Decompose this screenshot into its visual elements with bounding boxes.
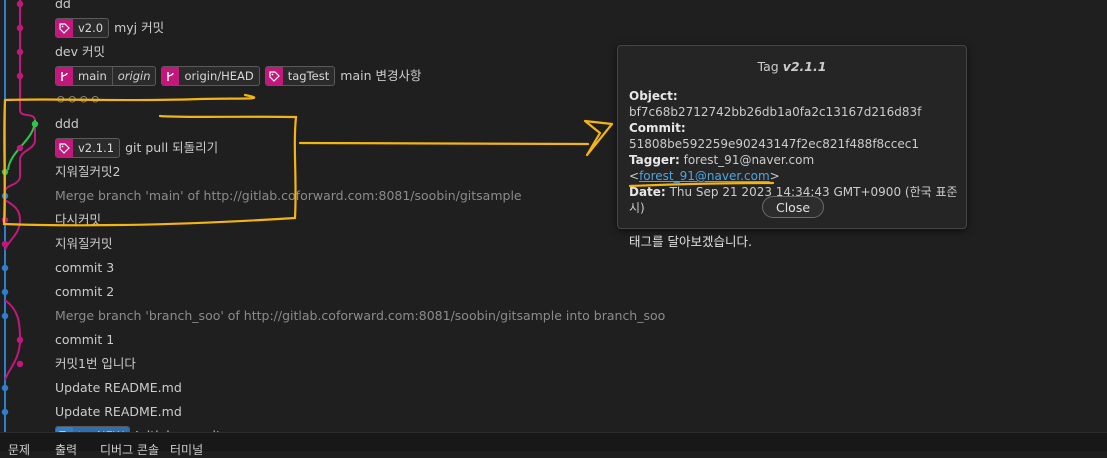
annotation-arrow bbox=[298, 119, 614, 157]
commit-node[interactable] bbox=[16, 360, 24, 368]
tag-badge[interactable]: v2.0 bbox=[55, 18, 110, 38]
badge-label: tagTest bbox=[287, 69, 330, 83]
commit-message: commit 1 bbox=[55, 332, 115, 347]
commit-row[interactable]: dd bbox=[55, 0, 71, 16]
commit-node[interactable] bbox=[1, 288, 9, 296]
tag-badge[interactable]: v2.1.1 bbox=[55, 138, 121, 158]
commit-row[interactable]: Update README.md bbox=[55, 400, 182, 424]
commit-node[interactable] bbox=[1, 192, 9, 200]
commit-row[interactable]: Merge branch 'branch_soo' of http://gitl… bbox=[55, 304, 665, 328]
commit-node[interactable] bbox=[1, 240, 9, 248]
tagger-email-link[interactable]: forest_91@naver.com bbox=[639, 169, 770, 183]
commit-message: main 변경사항 bbox=[340, 68, 422, 83]
commit-row[interactable]: Merge branch 'main' of http://gitlab.cof… bbox=[55, 184, 522, 208]
commit-message: 커밋1번 입니다 bbox=[55, 356, 136, 371]
commit-node[interactable] bbox=[1, 216, 9, 224]
commit-message: commit 2 bbox=[55, 284, 115, 299]
commit-row[interactable]: Update README.md bbox=[55, 376, 182, 400]
commit-row[interactable]: dev 커밋 bbox=[55, 40, 105, 64]
commit-row[interactable]: 지워질커밋 bbox=[55, 232, 113, 256]
tooltip-message: 태그를 달아보겠습니다. bbox=[629, 234, 752, 249]
commit-row[interactable]: ddd bbox=[55, 112, 79, 136]
commit-row[interactable]: ㅇㅇㅇㅇ bbox=[55, 88, 101, 112]
commit-message: Merge branch 'main' of http://gitlab.cof… bbox=[55, 188, 522, 203]
commit-node[interactable] bbox=[16, 72, 24, 80]
tooltip-tagger-line: Tagger: forest_91@naver.com <forest_91@n… bbox=[629, 153, 815, 183]
commit-node[interactable] bbox=[1, 312, 9, 320]
branch-badge[interactable]: main origin bbox=[55, 66, 157, 86]
commit-node[interactable] bbox=[16, 336, 24, 344]
commit-row[interactable]: main origin origin/HEAD tagTest main 변경사항 bbox=[55, 64, 421, 88]
commit-message: git pull 되돌리기 bbox=[125, 140, 219, 155]
commit-message: dev 커밋 bbox=[55, 44, 105, 59]
commit-node[interactable] bbox=[31, 120, 39, 128]
commit-row[interactable]: commit 2 bbox=[55, 280, 114, 304]
commit-message: Merge branch 'branch_soo' of http://gitl… bbox=[55, 308, 666, 323]
tooltip-title: Tag v2.1.1 bbox=[757, 59, 827, 74]
branch-badge[interactable]: origin/HEAD bbox=[161, 66, 260, 86]
tag-tooltip: Tag v2.1.1 Object: bf7c68b2712742bb26db1… bbox=[617, 45, 967, 249]
commit-row[interactable]: commit 1 bbox=[55, 328, 114, 352]
branch-icon bbox=[162, 67, 180, 85]
commit-message: dd bbox=[55, 0, 71, 11]
commit-node[interactable] bbox=[16, 144, 24, 152]
badge-label: v2.0 bbox=[78, 21, 104, 35]
commit-message: ㅇㅇㅇㅇ bbox=[55, 92, 102, 107]
commit-row[interactable]: commit 3 bbox=[55, 256, 114, 280]
commit-row[interactable]: v2.0 myj 커밋 bbox=[55, 16, 164, 40]
commit-node[interactable] bbox=[16, 48, 24, 56]
graph-edge bbox=[7, 119, 36, 171]
commit-message: Update README.md bbox=[55, 404, 182, 419]
tag-icon bbox=[265, 67, 283, 85]
commit-graph bbox=[1, 0, 39, 450]
commit-node[interactable] bbox=[16, 24, 24, 32]
commit-row[interactable]: 지워질커밋2 bbox=[55, 160, 120, 184]
tooltip-object-line: Object: bf7c68b2712742bb26db1a0fa2c13167… bbox=[629, 89, 922, 119]
commit-message: myj 커밋 bbox=[114, 20, 165, 35]
commit-node[interactable] bbox=[1, 168, 9, 176]
commit-node[interactable] bbox=[1, 384, 9, 392]
tooltip-commit-line: Commit: 51808be592259e90243147f2ec821f48… bbox=[629, 121, 919, 151]
commit-node[interactable] bbox=[1, 264, 9, 272]
tag-icon bbox=[56, 19, 73, 37]
commit-node[interactable] bbox=[16, 0, 24, 8]
branch-icon bbox=[56, 67, 73, 85]
commit-row[interactable]: 커밋1번 입니다 bbox=[55, 352, 136, 376]
commit-node[interactable] bbox=[1, 408, 9, 416]
tag-badge[interactable]: tagTest bbox=[264, 66, 336, 86]
commit-message: ddd bbox=[55, 116, 79, 131]
tooltip-tag-name: v2.1.1 bbox=[782, 59, 827, 74]
commit-row[interactable]: v2.1.1 git pull 되돌리기 bbox=[55, 136, 218, 160]
commit-message: Update README.md bbox=[55, 380, 182, 395]
badge-remote: origin bbox=[111, 67, 156, 85]
tag-icon bbox=[56, 139, 73, 157]
badge-label: origin/HEAD bbox=[184, 69, 254, 83]
panel-tab-bar: 문제 출력 디버그 콘솔 터미널 bbox=[0, 432, 1107, 457]
badge-label: v2.1.1 bbox=[78, 141, 115, 155]
close-button[interactable]: Close bbox=[762, 196, 824, 218]
badge-label: main bbox=[78, 69, 107, 83]
commit-message: 지워질커밋 bbox=[55, 236, 113, 251]
commit-message: commit 3 bbox=[55, 260, 115, 275]
commit-message: 다시커밋 bbox=[55, 212, 102, 227]
commit-message: 지워질커밋2 bbox=[55, 164, 121, 179]
commit-row[interactable]: 다시커밋 bbox=[55, 208, 101, 232]
